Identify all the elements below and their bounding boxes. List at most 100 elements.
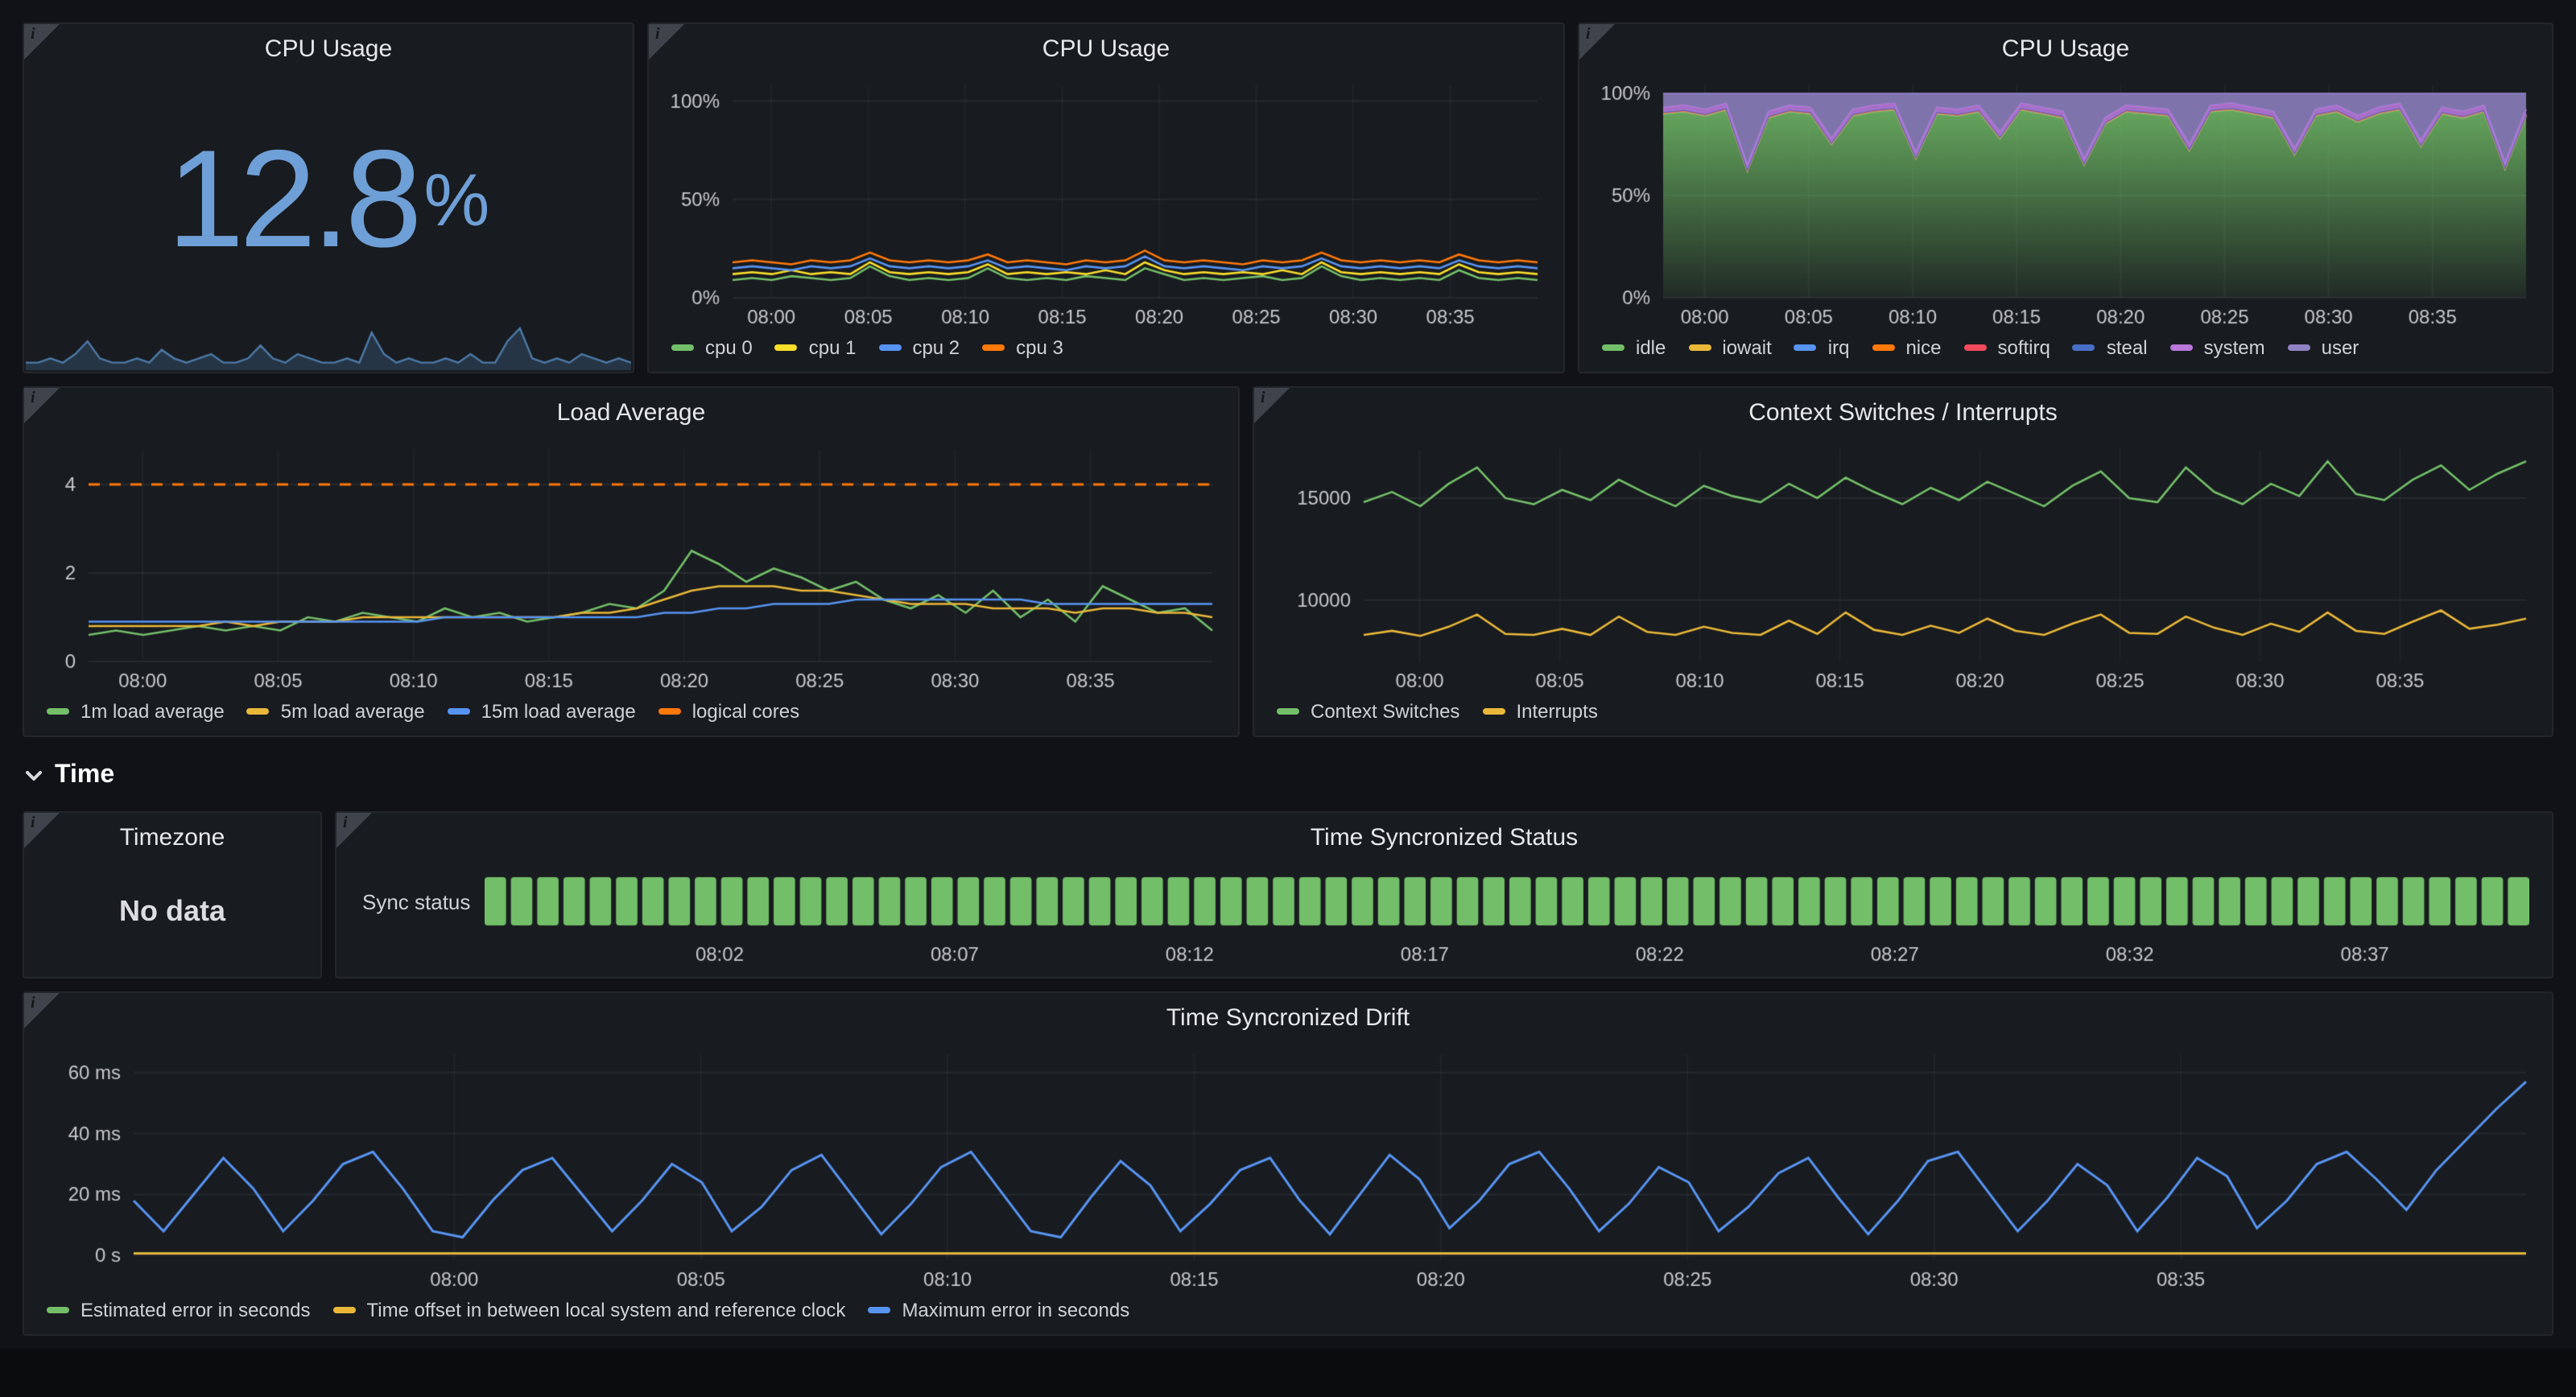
panel-cpu-usage-per-core: i CPU Usage cpu 0 cpu 1 cpu 2 cpu 3: [647, 23, 1565, 373]
legend-label: steal: [2107, 336, 2148, 359]
panel-title[interactable]: Time Syncronized Status: [336, 813, 2552, 858]
panel-load-average: i Load Average 1m load average 5m load av…: [23, 386, 1240, 737]
legend-label: logical cores: [692, 700, 799, 723]
legend-swatch: [448, 708, 470, 715]
legend-label: cpu 1: [809, 336, 857, 359]
info-icon: i: [1261, 389, 1265, 407]
legend-swatch: [671, 344, 694, 351]
dashboard-row-4: i Time Syncronized Drift Estimated error…: [23, 991, 2553, 1336]
info-icon: i: [31, 814, 35, 832]
legend-item-1m-load-average[interactable]: 1m load average: [47, 700, 225, 723]
sync-status-series-label: Sync status: [336, 858, 485, 970]
legend-label: Context Switches: [1311, 700, 1459, 723]
legend-item-interrupts[interactable]: Interrupts: [1482, 700, 1597, 723]
dashboard-row-3: i Timezone No data i Time Syncronized St…: [23, 811, 2553, 979]
panel-title[interactable]: CPU Usage: [1579, 24, 2552, 69]
legend-item-steal[interactable]: steal: [2073, 336, 2148, 359]
sync-status-timeline-chart[interactable]: [485, 858, 2529, 970]
legend-label: 5m load average: [281, 700, 425, 723]
legend-item-15m-load-average[interactable]: 15m load average: [448, 700, 636, 723]
section-title: Time: [55, 761, 114, 790]
legend-item-irq[interactable]: irq: [1794, 336, 1850, 359]
cpu-per-core-chart[interactable]: [658, 72, 1550, 330]
legend-label: Maximum error in seconds: [902, 1299, 1129, 1321]
legend: 1m load average 5m load average 15m load a…: [24, 694, 1238, 736]
legend-item-estimated-error-in-seconds[interactable]: Estimated error in seconds: [47, 1299, 310, 1321]
legend-item-idle[interactable]: idle: [1602, 336, 1666, 359]
legend-label: system: [2204, 336, 2265, 359]
cpu-stacked-chart[interactable]: [1589, 72, 2539, 330]
panel-title[interactable]: Time Syncronized Drift: [24, 993, 2552, 1038]
panel-title[interactable]: Timezone: [24, 813, 320, 858]
legend-label: Interrupts: [1516, 700, 1597, 723]
legend: Estimated error in seconds Time offset in…: [24, 1292, 2552, 1334]
legend-label: 15m load average: [481, 700, 636, 723]
panel-cpu-usage-stat: i CPU Usage 12.8%: [23, 23, 634, 373]
legend-item-context-switches[interactable]: Context Switches: [1277, 700, 1459, 723]
legend-swatch: [247, 708, 270, 715]
legend-swatch: [775, 344, 798, 351]
panel-title[interactable]: Load Average: [24, 388, 1238, 433]
legend-swatch: [47, 708, 69, 715]
legend-swatch: [878, 344, 901, 351]
legend-item-5m-load-average[interactable]: 5m load average: [247, 700, 425, 723]
chevron-down-icon: [23, 764, 45, 787]
legend-label: cpu 2: [912, 336, 960, 359]
legend-swatch: [1277, 708, 1299, 715]
panel-time-sync-status: i Time Syncronized Status Sync status: [335, 811, 2553, 979]
legend-swatch: [658, 708, 681, 715]
cpu-usage-sparkline-chart[interactable]: [26, 312, 631, 370]
legend-label: Time offset in between local system and …: [366, 1299, 845, 1321]
info-icon: i: [1586, 26, 1591, 43]
legend-item-nice[interactable]: nice: [1872, 336, 1941, 359]
panel-cpu-usage-stacked: i CPU Usage idle iowait irq nice softirq stea…: [1578, 23, 2553, 373]
legend-swatch: [1794, 344, 1817, 351]
legend-item-softirq[interactable]: softirq: [1963, 336, 2050, 359]
legend-label: softirq: [1997, 336, 2050, 359]
panel-title[interactable]: CPU Usage: [24, 24, 633, 69]
legend-swatch: [868, 1307, 890, 1313]
panel-title[interactable]: Context Switches / Interrupts: [1254, 388, 2552, 433]
legend-item-logical-cores[interactable]: logical cores: [658, 700, 799, 723]
panel-context-switches: i Context Switches / Interrupts Context …: [1253, 386, 2553, 737]
dashboard-row-1: i CPU Usage 12.8% i CPU Usage cpu 0 cpu 1…: [23, 23, 2553, 373]
info-icon: i: [31, 995, 35, 1012]
info-icon: i: [655, 26, 660, 43]
info-icon: i: [31, 26, 35, 43]
legend-swatch: [1482, 708, 1505, 715]
legend-label: cpu 3: [1016, 336, 1063, 359]
legend-item-user[interactable]: user: [2288, 336, 2359, 359]
legend: Context Switches Interrupts: [1254, 694, 2552, 736]
time-sync-drift-chart[interactable]: [34, 1041, 2539, 1292]
legend-label: user: [2322, 336, 2359, 359]
legend-swatch: [2170, 344, 2193, 351]
legend-label: Estimated error in seconds: [80, 1299, 310, 1321]
info-icon: i: [343, 814, 348, 832]
grafana-dashboard: i CPU Usage 12.8% i CPU Usage cpu 0 cpu 1…: [0, 0, 2576, 1397]
legend-swatch: [2073, 344, 2095, 351]
bottom-bar: [0, 1349, 2576, 1397]
legend-item-cpu-2[interactable]: cpu 2: [878, 336, 960, 359]
legend-item-iowait[interactable]: iowait: [1688, 336, 1771, 359]
context-switches-chart[interactable]: [1264, 436, 2539, 694]
stat-value: 12.8: [167, 130, 418, 269]
legend-label: iowait: [1722, 336, 1771, 359]
legend-item-system[interactable]: system: [2170, 336, 2265, 359]
legend-swatch: [332, 1307, 355, 1313]
legend-label: nice: [1905, 336, 1941, 359]
legend-swatch: [1872, 344, 1894, 351]
info-icon: i: [31, 389, 35, 407]
legend-swatch: [982, 344, 1005, 351]
legend-item-cpu-3[interactable]: cpu 3: [982, 336, 1063, 359]
legend-label: cpu 0: [705, 336, 753, 359]
legend-item-cpu-0[interactable]: cpu 0: [671, 336, 753, 359]
legend-swatch: [1963, 344, 1986, 351]
panel-title[interactable]: CPU Usage: [649, 24, 1563, 69]
no-data-message: No data: [24, 858, 320, 977]
legend-item-time-offset-in-between-local-system-and-reference-clock[interactable]: Time offset in between local system and …: [332, 1299, 845, 1321]
legend-label: 1m load average: [80, 700, 225, 723]
legend-item-cpu-1[interactable]: cpu 1: [775, 336, 857, 359]
load-average-chart[interactable]: [34, 436, 1225, 694]
legend-item-maximum-error-in-seconds[interactable]: Maximum error in seconds: [868, 1299, 1129, 1321]
section-row-time[interactable]: Time: [23, 750, 2553, 802]
